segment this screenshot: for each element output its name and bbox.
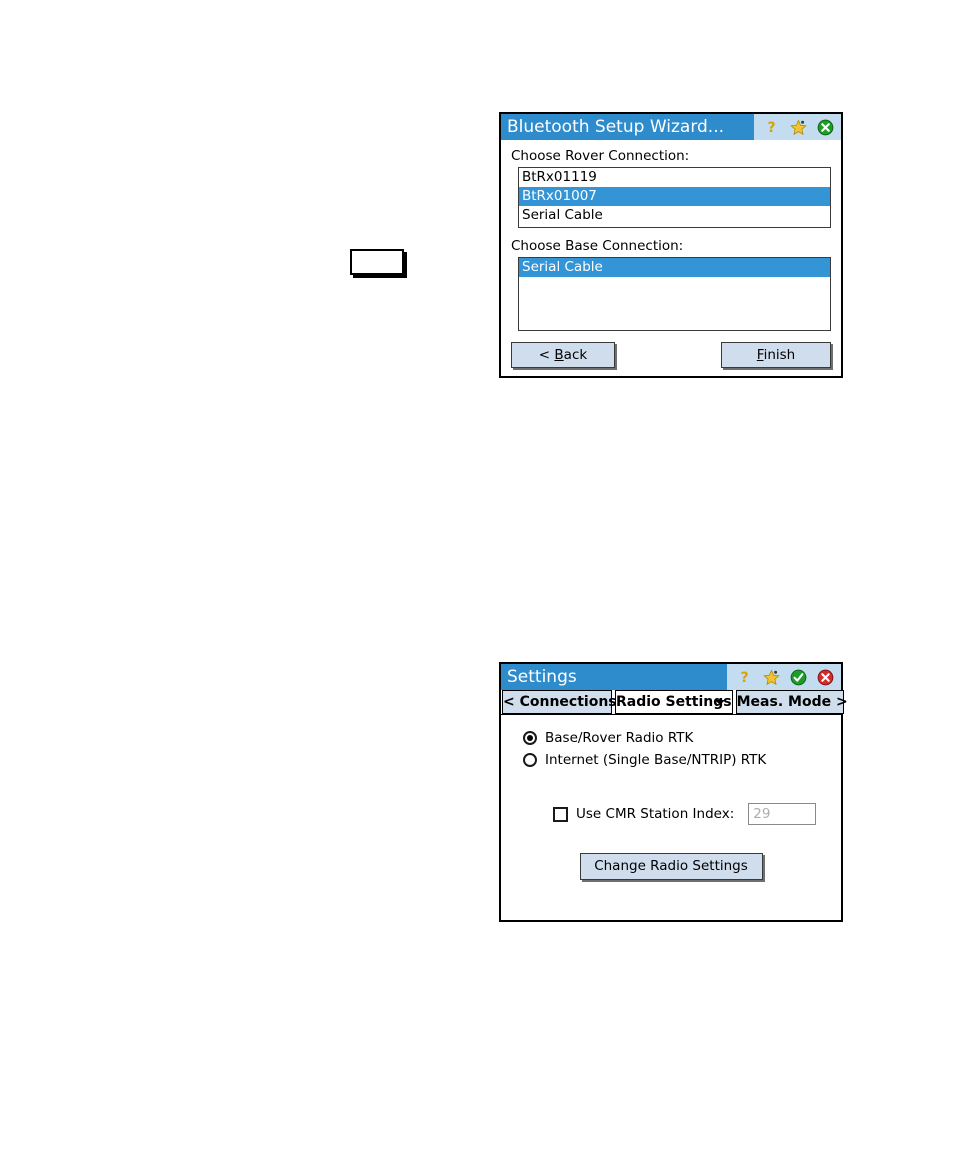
bluetooth-wizard-title: Bluetooth Setup Wizard... — [507, 117, 725, 137]
settings-title: Settings — [507, 667, 577, 687]
bluetooth-wizard-body: Choose Rover Connection: BtRx01119 BtRx0… — [501, 140, 841, 376]
help-icon[interactable]: ? — [736, 669, 753, 686]
list-item[interactable]: BtRx01119 — [519, 168, 830, 187]
back-button[interactable]: < Back — [511, 342, 615, 368]
nav-next-meas-mode[interactable]: Meas. Mode > — [735, 690, 848, 714]
help-icon[interactable]: ? — [763, 119, 780, 136]
bluetooth-wizard-icon-tray: ? — [754, 114, 841, 140]
nav-previous-connections[interactable]: < Connections — [502, 690, 617, 714]
list-item[interactable]: BtRx01007 — [519, 187, 830, 206]
wizard-button-row: < Back Finish — [509, 342, 833, 368]
settings-dialog: Settings ? < Connections Radio Settings … — [499, 662, 848, 922]
radio-selected-icon — [523, 731, 537, 745]
radio-unselected-icon — [523, 753, 537, 767]
back-button-suffix: ack — [563, 347, 588, 363]
close-icon[interactable] — [817, 119, 834, 136]
star-icon[interactable] — [790, 119, 807, 136]
finish-button[interactable]: Finish — [721, 342, 831, 368]
radio-option-base-rover[interactable]: Base/Rover Radio RTK — [523, 727, 841, 749]
svg-text:?: ? — [740, 670, 748, 686]
cmr-station-index-row: Use CMR Station Index: 29 — [553, 803, 841, 825]
rtk-mode-radio-group: Base/Rover Radio RTK Internet (Single Ba… — [501, 715, 841, 771]
list-item[interactable]: Serial Cable — [519, 206, 830, 225]
settings-page-dropdown[interactable]: Radio Settings — [615, 690, 733, 714]
rover-connection-listbox[interactable]: BtRx01119 BtRx01007 Serial Cable — [518, 167, 831, 228]
star-icon[interactable] — [763, 669, 780, 686]
back-button-accel: B — [554, 347, 564, 363]
bluetooth-setup-wizard-dialog: Bluetooth Setup Wizard... ? Choose Rover… — [499, 112, 843, 378]
back-button-prefix: < — [538, 347, 555, 363]
settings-titlebar: Settings ? — [501, 664, 841, 690]
base-connection-label: Choose Base Connection: — [511, 238, 684, 254]
chevron-down-icon — [714, 700, 725, 705]
base-connection-listbox[interactable]: Serial Cable — [518, 257, 831, 331]
radio-option-internet-ntrip[interactable]: Internet (Single Base/NTRIP) RTK — [523, 749, 841, 771]
finish-button-suffix: inish — [763, 347, 796, 363]
radio-option-label: Internet (Single Base/NTRIP) RTK — [545, 752, 767, 768]
empty-figure-box — [350, 249, 404, 275]
confirm-icon[interactable] — [790, 669, 807, 686]
cmr-station-index-input[interactable]: 29 — [748, 803, 817, 825]
finish-button-accel: F — [756, 347, 764, 363]
radio-option-label: Base/Rover Radio RTK — [545, 730, 694, 746]
bluetooth-wizard-titlebar: Bluetooth Setup Wizard... ? — [501, 114, 841, 140]
cmr-station-index-label: Use CMR Station Index: — [576, 806, 735, 822]
rover-connection-label: Choose Rover Connection: — [511, 148, 690, 164]
settings-icon-tray: ? — [727, 664, 841, 690]
checkbox-unchecked-icon[interactable] — [553, 806, 568, 822]
change-radio-settings-button[interactable]: Change Radio Settings — [579, 853, 763, 880]
settings-body: Base/Rover Radio RTK Internet (Single Ba… — [501, 715, 841, 920]
settings-nav-bar: < Connections Radio Settings Meas. Mode … — [501, 690, 848, 715]
close-icon[interactable] — [817, 669, 834, 686]
list-item[interactable]: Serial Cable — [519, 258, 830, 277]
svg-text:?: ? — [767, 120, 775, 136]
